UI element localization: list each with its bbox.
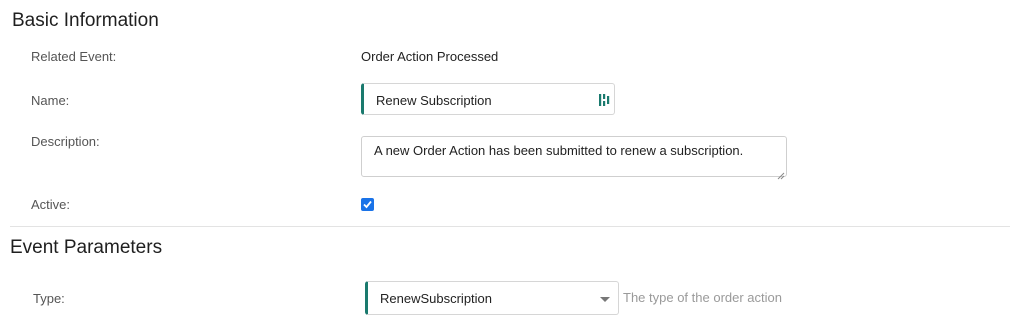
type-hint: The type of the order action: [623, 290, 782, 305]
name-input-value: Renew Subscription: [376, 93, 492, 108]
description-textarea-value: A new Order Action has been submitted to…: [374, 143, 744, 158]
section-title-basic-information: Basic Information: [12, 10, 159, 31]
related-event-label: Related Event:: [31, 49, 117, 64]
resize-grip-icon[interactable]: [777, 167, 785, 180]
description-textarea[interactable]: A new Order Action has been submitted to…: [361, 136, 787, 180]
type-label: Type:: [33, 291, 65, 306]
type-select-value: RenewSubscription: [380, 291, 493, 306]
active-checkbox[interactable]: [361, 198, 374, 211]
type-select[interactable]: RenewSubscription: [365, 281, 619, 315]
checkmark-icon: [363, 200, 372, 209]
related-event-value: Order Action Processed: [361, 49, 499, 64]
section-title-event-parameters: Event Parameters: [10, 237, 163, 258]
section-divider: [10, 226, 1010, 227]
active-label: Active:: [31, 197, 71, 212]
description-label: Description:: [31, 134, 100, 149]
name-input[interactable]: Renew Subscription: [361, 83, 615, 115]
name-label: Name:: [31, 93, 70, 108]
chevron-down-icon: [600, 297, 610, 302]
translation-icon[interactable]: [598, 93, 612, 107]
